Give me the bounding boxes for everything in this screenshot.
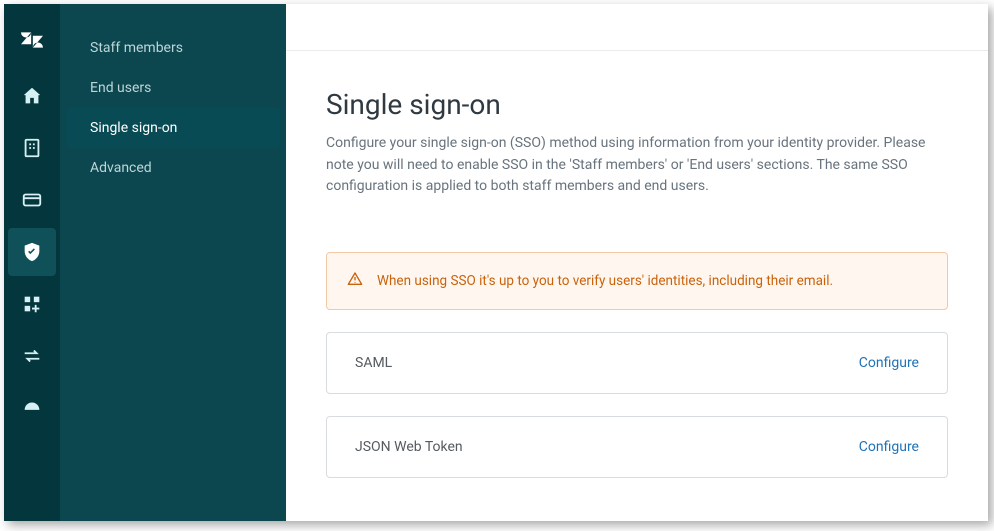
sso-method-name: JSON Web Token — [355, 439, 463, 455]
page-description: Configure your single sign-on (SSO) meth… — [326, 133, 948, 198]
nav-apps-icon[interactable] — [8, 280, 56, 328]
top-divider — [286, 50, 988, 51]
sidebar: Staff members End users Single sign-on A… — [60, 4, 286, 521]
zendesk-logo-icon — [8, 20, 56, 60]
app-window: Staff members End users Single sign-on A… — [4, 4, 988, 521]
nav-building-icon[interactable] — [8, 124, 56, 172]
main-content: Single sign-on Configure your single sig… — [286, 4, 988, 521]
sidebar-item-single-sign-on[interactable]: Single sign-on — [66, 108, 280, 148]
configure-jwt-button[interactable]: Configure — [859, 439, 919, 455]
sso-method-saml: SAML Configure — [326, 332, 948, 394]
warning-alert: When using SSO it's up to you to verify … — [326, 252, 948, 310]
sidebar-item-end-users[interactable]: End users — [66, 68, 280, 108]
sidebar-item-advanced[interactable]: Advanced — [66, 148, 280, 188]
sidebar-item-label: Single sign-on — [90, 120, 177, 136]
sidebar-item-label: Advanced — [90, 160, 152, 176]
sidebar-item-label: End users — [90, 80, 151, 96]
sidebar-item-label: Staff members — [90, 40, 183, 56]
sso-method-jwt: JSON Web Token Configure — [326, 416, 948, 478]
nav-integrations-icon[interactable] — [8, 332, 56, 380]
sso-method-name: SAML — [355, 355, 392, 371]
nav-billing-icon[interactable] — [8, 176, 56, 224]
sidebar-item-staff-members[interactable]: Staff members — [66, 28, 280, 68]
warning-message: When using SSO it's up to you to verify … — [377, 273, 833, 289]
warning-icon — [347, 271, 363, 291]
icon-rail — [4, 4, 60, 521]
nav-chat-icon[interactable] — [8, 384, 56, 432]
nav-home-icon[interactable] — [8, 72, 56, 120]
page-title: Single sign-on — [326, 88, 948, 121]
configure-saml-button[interactable]: Configure — [859, 355, 919, 371]
nav-security-icon[interactable] — [8, 228, 56, 276]
